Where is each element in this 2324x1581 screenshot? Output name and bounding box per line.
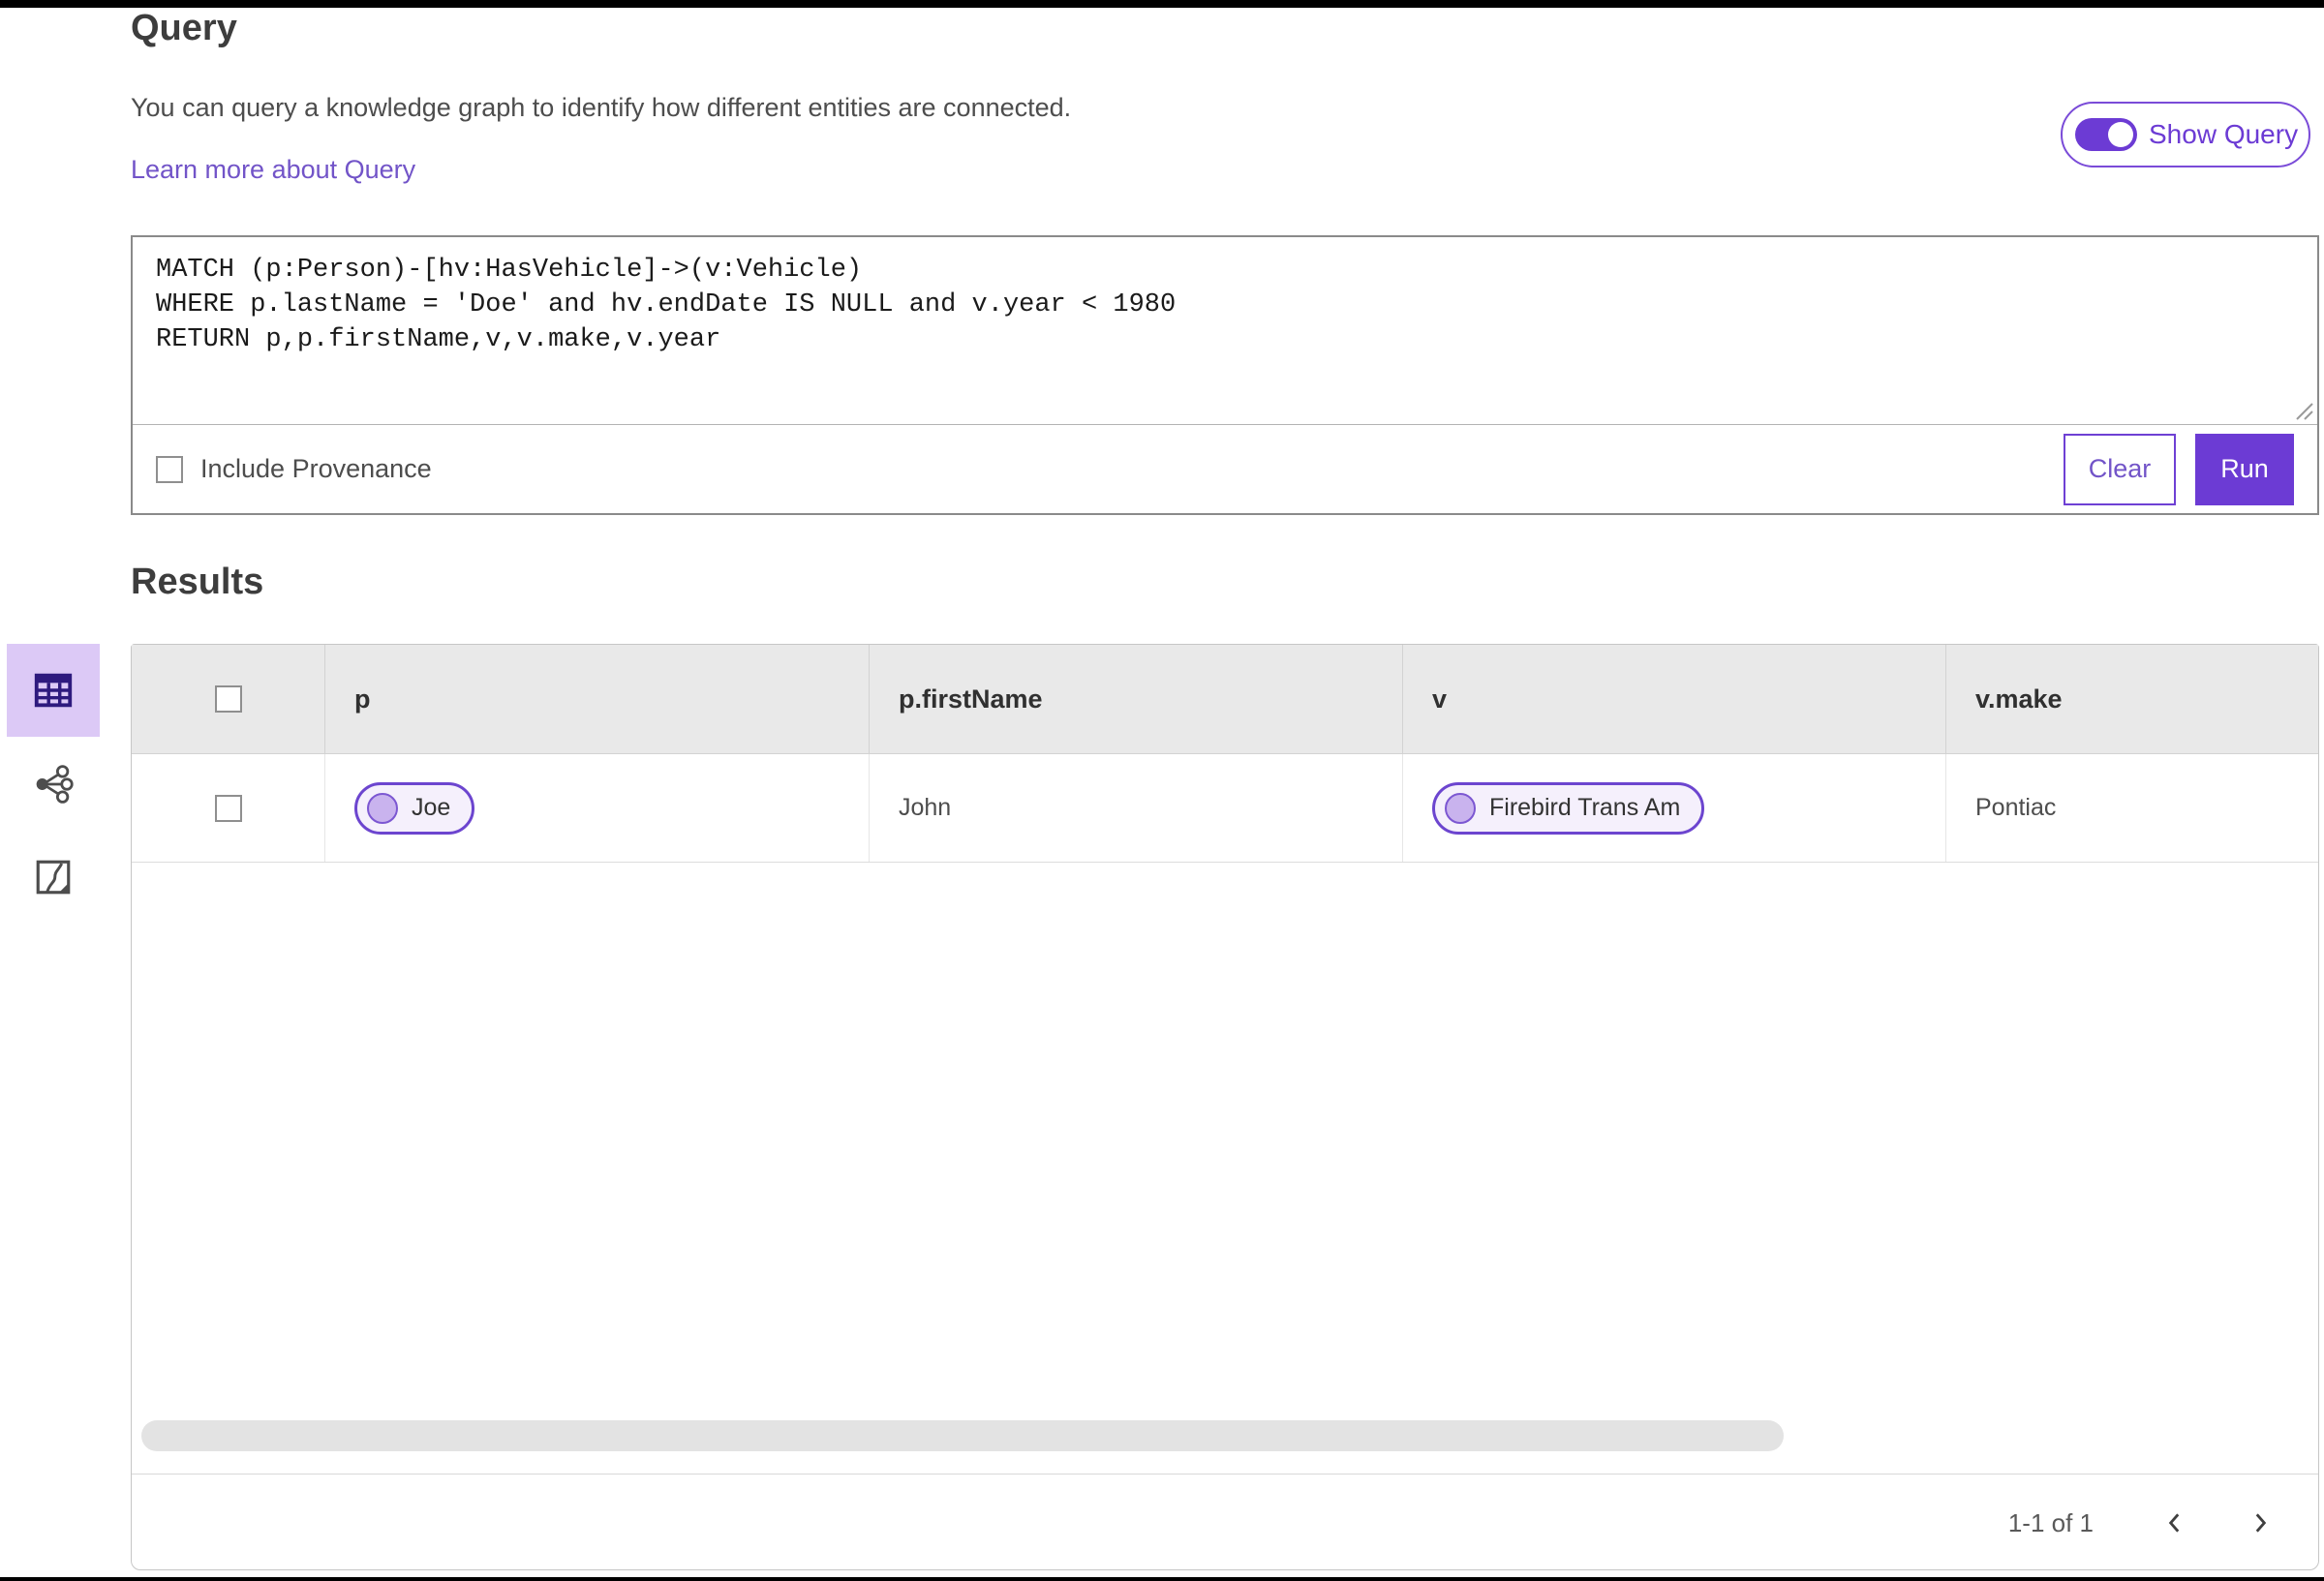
row-select-checkbox[interactable] (214, 794, 242, 822)
clear-button[interactable]: Clear (2064, 433, 2176, 505)
results-title: Results (131, 562, 264, 602)
query-editor-panel: MATCH (p:Person)-[hv:HasVehicle]->(v:Veh… (131, 235, 2319, 515)
query-page: Query You can query a knowledge graph to… (0, 0, 2324, 1581)
row-select-cell (132, 754, 325, 862)
toggle-switch-icon[interactable] (2075, 118, 2137, 151)
horizontal-scrollbar-thumb[interactable] (141, 1420, 1784, 1451)
results-panel: p p.firstName v v.make Joe John Firebird… (131, 644, 2319, 1570)
query-toolbar: Include Provenance Clear Run (133, 424, 2317, 513)
pagination-range-label: 1-1 of 1 (2007, 1507, 2094, 1537)
vehicle-entity-chip[interactable]: Firebird Trans Am (1432, 781, 1705, 835)
map-view-button[interactable] (7, 831, 100, 924)
cell-v: Firebird Trans Am (1403, 754, 1946, 862)
chevron-left-icon (2168, 1513, 2180, 1533)
table-footer: 1-1 of 1 (132, 1475, 2318, 1570)
person-entity-chip[interactable]: Joe (354, 781, 475, 835)
show-query-label: Show Query (2149, 119, 2299, 149)
page-title: Query (131, 8, 237, 48)
vehicle-chip-label: Firebird Trans Am (1489, 794, 1681, 821)
table-row[interactable]: Joe John Firebird Trans Am Pontiac (132, 754, 2318, 863)
select-all-checkbox[interactable] (214, 685, 242, 713)
chevron-right-icon (2255, 1513, 2267, 1533)
run-button[interactable]: Run (2195, 433, 2294, 505)
map-icon (36, 860, 71, 895)
entity-avatar-icon (1445, 792, 1476, 824)
page-description: You can query a knowledge graph to ident… (131, 93, 1072, 122)
link-analysis-view-button[interactable] (7, 738, 100, 831)
link-analysis-icon (36, 765, 74, 804)
include-provenance-checkbox[interactable] (156, 455, 183, 483)
bottom-border (0, 1577, 2324, 1581)
results-grid: p p.firstName v v.make Joe John Firebird… (132, 645, 2318, 1475)
column-header-v[interactable]: v (1403, 645, 1946, 753)
show-query-toggle[interactable]: Show Query (2061, 102, 2310, 167)
learn-more-link[interactable]: Learn more about Query (131, 155, 415, 185)
query-textarea[interactable]: MATCH (p:Person)-[hv:HasVehicle]->(v:Veh… (133, 237, 2317, 424)
column-header-p-firstname[interactable]: p.firstName (870, 645, 1403, 753)
table-header-row: p p.firstName v v.make (132, 645, 2318, 754)
header-select-cell (132, 645, 325, 753)
table-icon (34, 673, 73, 708)
person-chip-label: Joe (412, 794, 451, 821)
top-border (0, 0, 2324, 8)
cell-v-make: Pontiac (1975, 794, 2057, 821)
column-header-p[interactable]: p (325, 645, 870, 753)
previous-page-button[interactable] (2154, 1502, 2196, 1544)
include-provenance-label: Include Provenance (200, 454, 432, 483)
cell-p-firstname: John (870, 754, 1403, 862)
next-page-button[interactable] (2239, 1502, 2281, 1544)
cell-p: Joe (325, 754, 870, 862)
table-view-button[interactable] (7, 644, 100, 737)
column-header-v-make[interactable]: v.make (1946, 645, 2318, 753)
toggle-knob (2108, 122, 2133, 147)
entity-avatar-icon (367, 792, 398, 824)
